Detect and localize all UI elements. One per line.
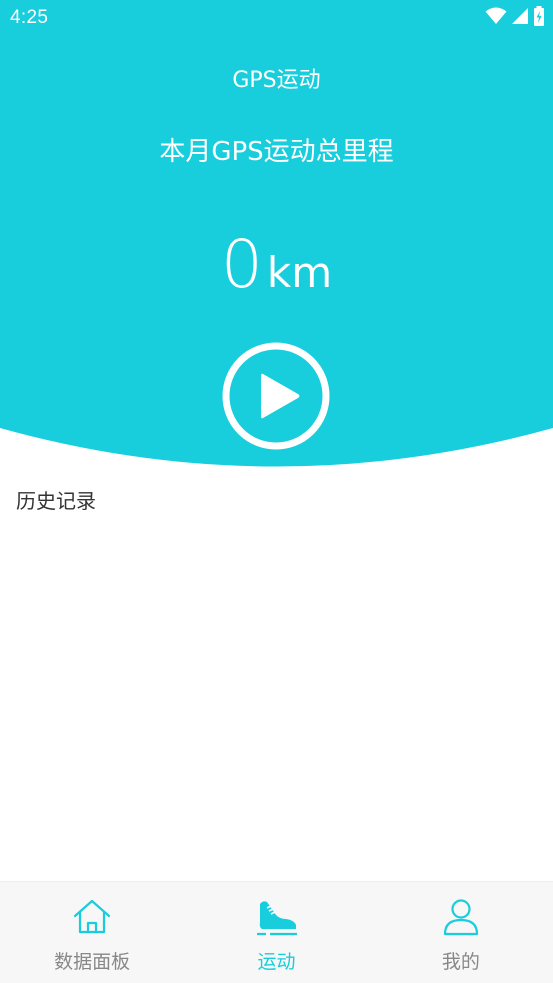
battery-charging-icon xyxy=(533,6,545,30)
sneaker-icon xyxy=(256,897,298,937)
cellular-signal-icon xyxy=(511,7,529,29)
status-icons xyxy=(485,6,545,30)
person-icon xyxy=(441,897,481,937)
status-time: 4:25 xyxy=(10,7,49,28)
play-icon xyxy=(222,342,330,450)
nav-item-sport[interactable]: 运动 xyxy=(184,882,368,983)
gps-sport-screen: 4:25 GPS运动 本月GPS运动总里程 0km 历史记录 数据面板 运动 我… xyxy=(0,0,553,983)
nav-label-sport: 运动 xyxy=(257,951,296,973)
nav-label-profile: 我的 xyxy=(441,951,480,973)
monthly-distance-label: 本月GPS运动总里程 xyxy=(159,137,394,167)
status-bar: 4:25 xyxy=(0,0,553,38)
home-icon xyxy=(72,897,112,937)
distance-unit: km xyxy=(266,248,333,297)
bottom-nav: 数据面板 运动 我的 xyxy=(0,881,553,983)
distance-readout: 0km xyxy=(0,226,553,303)
start-workout-button[interactable] xyxy=(221,341,331,451)
page-title: GPS运动 xyxy=(232,68,321,93)
wifi-icon xyxy=(485,7,507,29)
nav-item-profile[interactable]: 我的 xyxy=(369,882,553,983)
distance-value: 0 xyxy=(220,226,263,303)
history-title: 历史记录 xyxy=(16,489,96,513)
hero-header: 4:25 GPS运动 本月GPS运动总里程 0km xyxy=(0,0,553,470)
nav-label-dashboard: 数据面板 xyxy=(54,951,131,973)
history-list xyxy=(0,520,553,880)
nav-item-dashboard[interactable]: 数据面板 xyxy=(0,882,184,983)
